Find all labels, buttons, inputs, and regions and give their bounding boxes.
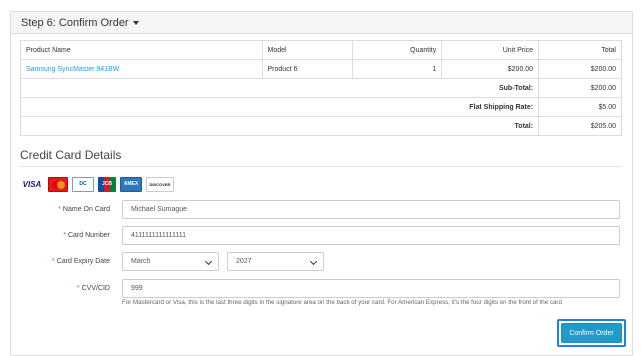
cvv-help-text: For Mastercard or Visa, this is the last… [122, 299, 562, 306]
subtotal-row: Sub-Total: $200.00 [19, 78, 622, 98]
subtotal-value: $200.00 [538, 78, 622, 98]
mastercard-logo [48, 176, 68, 192]
subtotal-label: Sub-Total: [19, 78, 540, 98]
header-model: Model [261, 40, 354, 60]
table-row: Samsung SyncMaster 941BW Product 6 1 $20… [20, 59, 622, 79]
total-label: Total: [19, 116, 540, 136]
shipping-value: $5.00 [538, 97, 622, 117]
required-marker: * [76, 285, 80, 292]
required-marker: * [51, 258, 55, 265]
american-express-logo: AMEX [120, 176, 142, 192]
credit-card-title: Credit Card Details [20, 148, 122, 162]
card-number-label: * Card Number [63, 232, 110, 239]
jcb-logo: JCB [98, 176, 116, 192]
required-marker: * [58, 206, 61, 213]
product-name-cell: Samsung SyncMaster 941BW [20, 59, 263, 79]
card-number-input[interactable]: 4111111111111111 [122, 226, 620, 245]
diners-club-logo: DC [72, 176, 94, 192]
unit-price-cell: $200.00 [441, 59, 540, 79]
cvv-row: * CVV/CID 999 [10, 279, 620, 299]
expiry-year-select[interactable]: 2027 [227, 252, 324, 271]
panel-title: Step 6: Confirm Order [21, 17, 129, 29]
panel-heading[interactable]: Step 6: Confirm Order [11, 12, 632, 34]
name-on-card-label: * Name On Card [58, 206, 110, 213]
header-total: Total [538, 40, 622, 60]
name-on-card-row: * Name On Card Michael Sumague [10, 200, 620, 220]
product-link[interactable]: Samsung SyncMaster 941BW [26, 66, 119, 73]
chevron-down-icon [309, 257, 318, 266]
header-unit-price: Unit Price [441, 40, 540, 60]
header-quantity: Quantity [352, 40, 443, 60]
discover-logo: DISCOVER [146, 176, 174, 192]
total-cell: $200.00 [538, 59, 622, 79]
order-table: Product Name Model Quantity Unit Price T… [19, 40, 622, 136]
cvv-label: * CVV/CID [76, 285, 110, 292]
total-row: Total: $205.00 [19, 116, 622, 136]
model-cell: Product 6 [261, 59, 354, 79]
visa-logo: VISA [22, 179, 42, 189]
card-logos: VISA DC JCB AMEX DISCOVER [20, 176, 174, 192]
expiry-month-select[interactable]: March [122, 252, 219, 271]
total-value: $205.00 [538, 116, 622, 136]
table-header-row: Product Name Model Quantity Unit Price T… [20, 40, 622, 60]
header-product-name: Product Name [20, 40, 263, 60]
confirm-order-button[interactable]: Confirm Order [561, 323, 622, 343]
name-on-card-input[interactable]: Michael Sumague [122, 200, 620, 219]
caret-down-icon [132, 21, 139, 26]
required-marker: * [63, 232, 66, 239]
shipping-row: Flat Shipping Rate: $5.00 [19, 97, 622, 117]
chevron-down-icon [204, 257, 213, 266]
shipping-label: Flat Shipping Rate: [19, 97, 540, 117]
cvv-input[interactable]: 999 [122, 279, 620, 298]
expiry-label: * Card Expiry Date [51, 258, 110, 265]
expiry-row: * Card Expiry Date March 2027 [10, 252, 612, 272]
quantity-cell: 1 [352, 59, 443, 79]
card-number-row: * Card Number 4111111111111111 [10, 226, 620, 246]
section-divider [20, 166, 622, 167]
confirm-button-focus: Confirm Order [557, 319, 626, 347]
